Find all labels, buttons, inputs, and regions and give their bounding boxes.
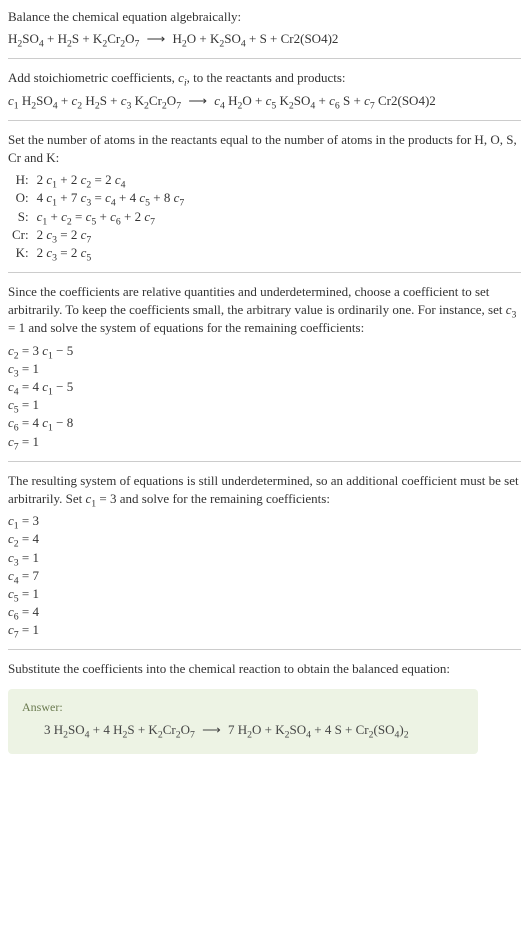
param-equation: c4 = 4 c1 − 5	[8, 378, 521, 396]
divider	[8, 461, 521, 462]
atom-equation-row: K:2 c3 = 2 c5	[12, 244, 190, 262]
divider	[8, 272, 521, 273]
coefficient-value: c4 = 7	[8, 567, 521, 585]
atom-equation-row: Cr:2 c3 = 2 c7	[12, 226, 190, 244]
divider	[8, 120, 521, 121]
answer-box: Answer: 3 H2SO4 + 4 H2S + K2Cr2O7 ⟶ 7 H2…	[8, 689, 478, 754]
final-coefficients: c1 = 3c2 = 4c3 = 1c4 = 7c5 = 1c6 = 4c7 =…	[8, 512, 521, 639]
param-equation: c7 = 1	[8, 433, 521, 451]
divider	[8, 58, 521, 59]
second-arbitrary-text: The resulting system of equations is sti…	[8, 472, 521, 508]
element-label: K:	[12, 244, 37, 262]
atom-equation-row: S:c1 + c2 = c5 + c6 + 2 c7	[12, 208, 190, 226]
element-equation: 2 c3 = 2 c5	[37, 244, 191, 262]
atom-equation-row: H:2 c1 + 2 c2 = 2 c4	[12, 171, 190, 189]
coefficient-value: c3 = 1	[8, 549, 521, 567]
answer-equation: 3 H2SO4 + 4 H2S + K2Cr2O7 ⟶ 7 H2O + K2SO…	[22, 721, 464, 739]
element-label: H:	[12, 171, 37, 189]
atom-equation-row: O:4 c1 + 7 c3 = c4 + 4 c5 + 8 c7	[12, 189, 190, 207]
divider	[8, 649, 521, 650]
param-equation: c2 = 3 c1 − 5	[8, 342, 521, 360]
coefficient-value: c6 = 4	[8, 603, 521, 621]
atoms-text: Set the number of atoms in the reactants…	[8, 131, 521, 167]
element-equation: c1 + c2 = c5 + c6 + 2 c7	[37, 208, 191, 226]
unbalanced-equation: H2SO4 + H2S + K2Cr2O7 ⟶ H2O + K2SO4 + S …	[8, 30, 521, 48]
parametric-equations: c2 = 3 c1 − 5c3 = 1c4 = 4 c1 − 5c5 = 1c6…	[8, 342, 521, 451]
element-label: O:	[12, 189, 37, 207]
answer-label: Answer:	[22, 699, 464, 716]
element-label: S:	[12, 208, 37, 226]
coefficient-value: c5 = 1	[8, 585, 521, 603]
element-equation: 2 c1 + 2 c2 = 2 c4	[37, 171, 191, 189]
element-equation: 2 c3 = 2 c7	[37, 226, 191, 244]
coefficient-value: c1 = 3	[8, 512, 521, 530]
coefficient-value: c2 = 4	[8, 530, 521, 548]
param-equation: c6 = 4 c1 − 8	[8, 414, 521, 432]
param-equation: c3 = 1	[8, 360, 521, 378]
element-label: Cr:	[12, 226, 37, 244]
title: Balance the chemical equation algebraica…	[8, 8, 521, 26]
underdetermined-text: Since the coefficients are relative quan…	[8, 283, 521, 338]
atom-equations-table: H:2 c1 + 2 c2 = 2 c4O:4 c1 + 7 c3 = c4 +…	[12, 171, 190, 262]
element-equation: 4 c1 + 7 c3 = c4 + 4 c5 + 8 c7	[37, 189, 191, 207]
substitute-text: Substitute the coefficients into the che…	[8, 660, 521, 678]
coeff-equation: c1 H2SO4 + c2 H2S + c3 K2Cr2O7 ⟶ c4 H2O …	[8, 92, 521, 110]
coefficient-value: c7 = 1	[8, 621, 521, 639]
stoich-text: Add stoichiometric coefficients, ci, to …	[8, 69, 521, 87]
param-equation: c5 = 1	[8, 396, 521, 414]
